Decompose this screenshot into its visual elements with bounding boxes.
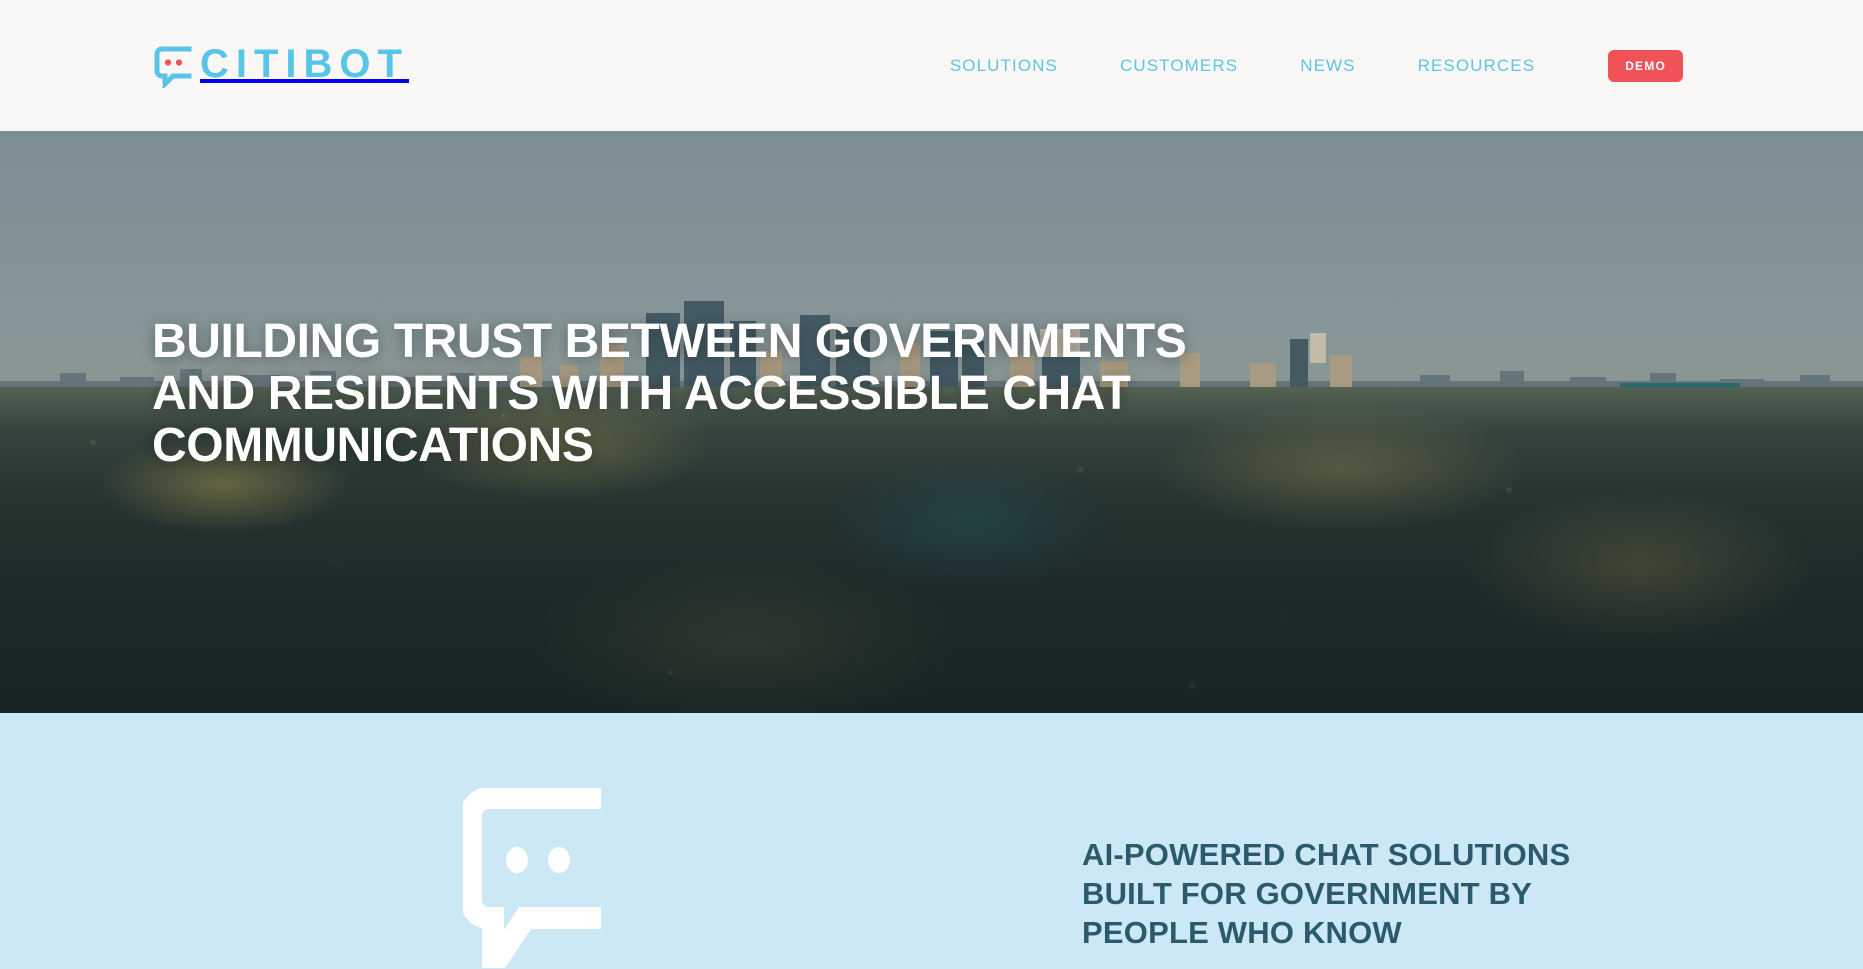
nav-item-news[interactable]: NEWS [1269,56,1386,76]
intro-heading-line-2: BUILT FOR GOVERNMENT BY [1082,876,1533,912]
hero-headline-line-2: AND RESIDENTS WITH ACCESSIBLE CHAT [152,366,1131,420]
intro-band-text: AI-POWERED CHAT SOLUTIONS BUILT FOR GOVE… [1082,835,1702,952]
chat-bubble-icon [148,40,196,91]
page-root: CITIBOT SOLUTIONS CUSTOMERS NEWS RESOURC… [0,0,1863,969]
intro-heading-line-1: AI-POWERED CHAT SOLUTIONS [1082,837,1571,872]
hero-headline: BUILDING TRUST BETWEEN GOVERNMENTS AND R… [152,316,1332,471]
intro-chat-bubble-icon [460,787,608,969]
intro-heading-line-3: PEOPLE WHO KNOW [1082,915,1402,951]
intro-band-heading: AI-POWERED CHAT SOLUTIONS BUILT FOR GOVE… [1082,835,1702,952]
site-logo-text: CITIBOT [200,42,409,86]
primary-nav: SOLUTIONS CUSTOMERS NEWS RESOURCES DEMO [919,0,1683,131]
intro-band-section: AI-POWERED CHAT SOLUTIONS BUILT FOR GOVE… [0,713,1863,969]
hero-copy: BUILDING TRUST BETWEEN GOVERNMENTS AND R… [152,316,1332,471]
nav-item-customers[interactable]: CUSTOMERS [1089,56,1269,76]
hero-section: BUILDING TRUST BETWEEN GOVERNMENTS AND R… [0,131,1863,713]
nav-item-solutions[interactable]: SOLUTIONS [919,56,1089,76]
hero-headline-line-3: COMMUNICATIONS [152,418,594,472]
nav-item-resources[interactable]: RESOURCES [1387,56,1567,76]
site-header: CITIBOT SOLUTIONS CUSTOMERS NEWS RESOURC… [0,0,1863,131]
hero-headline-line-1: BUILDING TRUST BETWEEN GOVERNMENTS [152,315,1187,368]
site-logo[interactable]: CITIBOT [148,40,409,91]
demo-button[interactable]: DEMO [1608,49,1683,82]
